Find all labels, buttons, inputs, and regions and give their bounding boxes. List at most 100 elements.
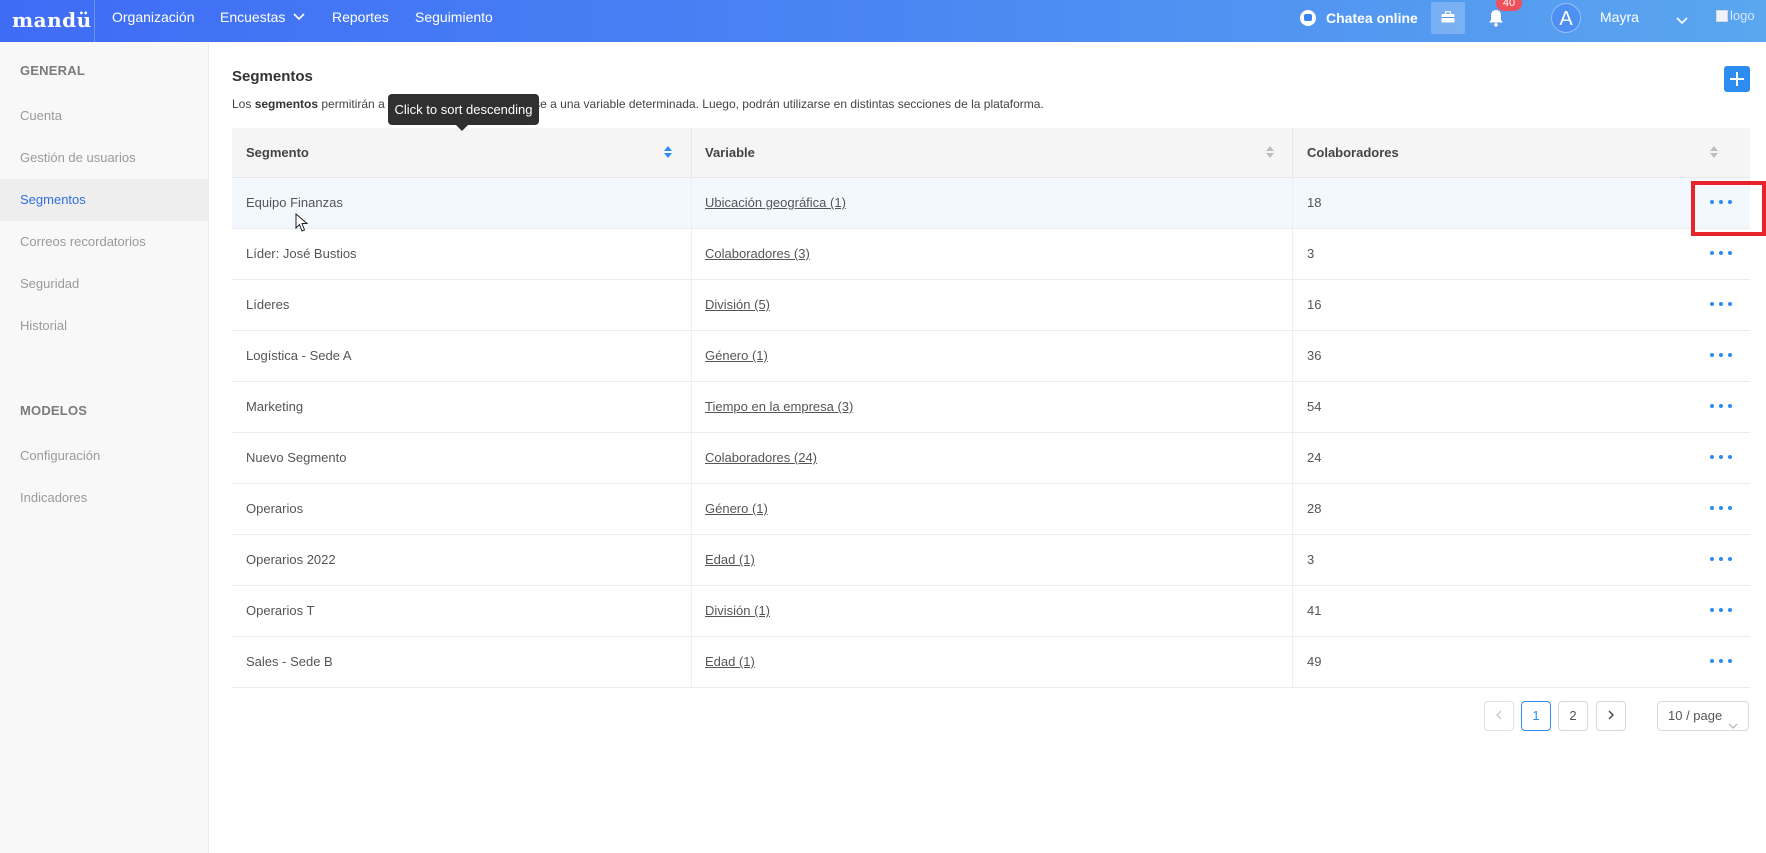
- sidebar-item-cuenta[interactable]: Cuenta: [0, 95, 208, 137]
- column-divider: [691, 229, 692, 279]
- cell-variable-link[interactable]: Colaboradores (24): [705, 433, 817, 483]
- cell-segmento: Logística - Sede A: [246, 348, 352, 363]
- brand-logo[interactable]: mandü: [12, 8, 92, 32]
- column-divider: [1292, 128, 1293, 178]
- table-row[interactable]: Nuevo Segmento Colaboradores (24) 24: [232, 433, 1750, 484]
- cell-segmento: Nuevo Segmento: [246, 450, 347, 465]
- more-options-icon[interactable]: [1710, 608, 1732, 614]
- pagination-prev-button[interactable]: [1484, 701, 1514, 731]
- mouse-pointer-icon: [295, 212, 309, 236]
- highlight-annotation: [1691, 181, 1766, 236]
- bell-icon[interactable]: [1487, 8, 1505, 28]
- sidebar-heading-general: GENERAL: [20, 63, 85, 78]
- description-bold: segmentos: [254, 97, 319, 111]
- table-row[interactable]: Sales - Sede B Edad (1) 49: [232, 637, 1750, 688]
- table-row[interactable]: Líder: José Bustios Colaboradores (3) 3: [232, 229, 1750, 280]
- top-navigation-bar: mandü Organización Encuestas Reportes Se…: [0, 0, 1766, 42]
- column-divider: [691, 382, 692, 432]
- column-divider: [1292, 484, 1293, 534]
- chat-icon: [1300, 9, 1316, 26]
- cell-variable-link[interactable]: Edad (1): [705, 535, 755, 585]
- cell-segmento: Marketing: [246, 399, 304, 414]
- table-row[interactable]: Operarios T División (1) 41: [232, 586, 1750, 637]
- add-segment-button[interactable]: [1724, 66, 1750, 92]
- pagination-next-button[interactable]: [1596, 701, 1626, 731]
- more-options-icon[interactable]: [1710, 659, 1732, 665]
- notification-badge: 40: [1496, 0, 1522, 11]
- cell-colaboradores: 36: [1307, 348, 1322, 363]
- sidebar-item-configuracion[interactable]: Configuración: [0, 435, 208, 477]
- nav-encuestas[interactable]: Encuestas: [220, 0, 305, 42]
- cell-variable-link[interactable]: Edad (1): [705, 637, 755, 687]
- cell-variable-link[interactable]: Colaboradores (3): [705, 229, 810, 279]
- chevron-down-icon: [1728, 712, 1738, 740]
- broken-image-icon: [1716, 9, 1728, 22]
- cell-variable-link[interactable]: Género (1): [705, 484, 768, 534]
- more-options-icon[interactable]: [1710, 302, 1732, 308]
- more-options-icon[interactable]: [1710, 404, 1732, 410]
- page-title: Segmentos: [232, 68, 313, 85]
- column-divider: [1292, 433, 1293, 483]
- cell-colaboradores: 3: [1307, 246, 1315, 261]
- pagination-page-2[interactable]: 2: [1558, 701, 1588, 731]
- sidebar-item-seguridad[interactable]: Seguridad: [0, 263, 208, 305]
- chevron-down-icon: [293, 0, 305, 34]
- chat-online-button[interactable]: Chatea online: [1300, 0, 1418, 35]
- sidebar-item-segmentos[interactable]: Segmentos: [0, 179, 208, 221]
- table-row[interactable]: Operarios 2022 Edad (1) 3: [232, 535, 1750, 586]
- table-header: Segmento Variable Colaboradores: [232, 128, 1750, 178]
- briefcase-icon: [1441, 10, 1455, 26]
- column-header-colaboradores[interactable]: Colaboradores: [1307, 128, 1399, 178]
- sort-icon[interactable]: [663, 146, 673, 160]
- sidebar-item-correos-recordatorios[interactable]: Correos recordatorios: [0, 221, 208, 263]
- sidebar-item-historial[interactable]: Historial: [0, 305, 208, 347]
- more-options-icon[interactable]: [1710, 557, 1732, 563]
- sort-icon[interactable]: [1265, 146, 1275, 160]
- sort-icon[interactable]: [1709, 146, 1719, 160]
- cell-segmento: Líder: José Bustios: [246, 246, 357, 261]
- column-divider: [691, 331, 692, 381]
- cell-variable-link[interactable]: Ubicación geográfica (1): [705, 178, 846, 228]
- column-divider: [1292, 535, 1293, 585]
- page-size-select[interactable]: 10 / page: [1657, 701, 1749, 731]
- table-row[interactable]: Marketing Tiempo en la empresa (3) 54: [232, 382, 1750, 433]
- nav-seguimiento[interactable]: Seguimiento: [415, 0, 493, 42]
- cell-segmento: Operarios: [246, 501, 304, 516]
- cell-variable-link[interactable]: Género (1): [705, 331, 768, 381]
- description-prefix: Los: [232, 97, 255, 111]
- sidebar-item-gestion-usuarios[interactable]: Gestión de usuarios: [0, 137, 208, 179]
- more-options-icon[interactable]: [1710, 251, 1732, 257]
- cell-variable-link[interactable]: División (1): [705, 586, 770, 636]
- column-divider: [1292, 178, 1293, 228]
- nav-reportes[interactable]: Reportes: [332, 0, 389, 42]
- nav-organizacion[interactable]: Organización: [112, 0, 195, 42]
- column-header-segmento[interactable]: Segmento: [246, 128, 309, 178]
- cell-colaboradores: 16: [1307, 297, 1322, 312]
- cell-segmento: Sales - Sede B: [246, 654, 333, 669]
- more-options-icon[interactable]: [1710, 353, 1732, 359]
- table-row[interactable]: Equipo Finanzas Ubicación geográfica (1) 1…: [232, 178, 1750, 229]
- column-divider: [691, 433, 692, 483]
- sort-tooltip: Click to sort descending: [388, 94, 539, 131]
- table-row[interactable]: Logística - Sede A Género (1) 36: [232, 331, 1750, 382]
- cell-variable-link[interactable]: Tiempo en la empresa (3): [705, 382, 853, 432]
- column-header-variable[interactable]: Variable: [705, 128, 755, 178]
- nav-divider: [94, 0, 95, 42]
- column-divider: [691, 586, 692, 636]
- pagination-page-1[interactable]: 1: [1521, 701, 1551, 731]
- user-name[interactable]: Mayra: [1600, 0, 1639, 35]
- avatar[interactable]: A: [1551, 3, 1581, 33]
- table-row[interactable]: Operarios Género (1) 28: [232, 484, 1750, 535]
- sidebar-item-indicadores[interactable]: Indicadores: [0, 477, 208, 519]
- more-options-icon[interactable]: [1710, 506, 1732, 512]
- table-row[interactable]: Líderes División (5) 16: [232, 280, 1750, 331]
- briefcase-button[interactable]: [1431, 2, 1465, 34]
- cell-colaboradores: 18: [1307, 195, 1322, 210]
- cell-variable-link[interactable]: División (5): [705, 280, 770, 330]
- cell-segmento: Operarios T: [246, 603, 315, 618]
- logo-alt-text: logo: [1730, 8, 1755, 23]
- sidebar-heading-modelos: MODELOS: [20, 403, 88, 418]
- cell-colaboradores: 49: [1307, 654, 1322, 669]
- chevron-down-icon[interactable]: [1676, 12, 1688, 28]
- more-options-icon[interactable]: [1710, 455, 1732, 461]
